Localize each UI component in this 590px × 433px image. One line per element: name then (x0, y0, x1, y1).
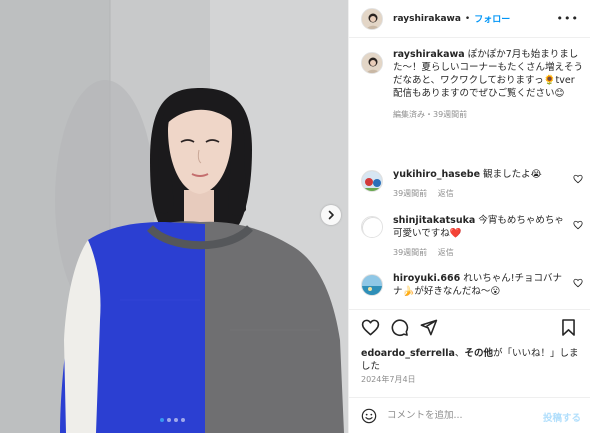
commenter-username[interactable]: hiroyuki.666 (393, 273, 460, 284)
comment-item: shinjitakatsuka 今宵もめちゃめちゃ可愛いですね❤️ 39週間前 … (361, 214, 587, 259)
caption-edited: 編集済み (393, 110, 425, 119)
caption-meta: 編集済み・39週間前 (393, 108, 583, 121)
author-avatar[interactable] (361, 7, 383, 30)
commenter-username[interactable]: shinjitakatsuka (393, 215, 475, 226)
comment-body: yukihiro_hasebe 観ましたよ😭 39週間前 返信 (393, 168, 568, 200)
likes-between: 、 (454, 348, 465, 359)
comment-body: shinjitakatsuka 今宵もめちゃめちゃ可愛いですね❤️ 39週間前 … (393, 214, 568, 259)
carousel-indicator (160, 418, 185, 422)
avatar-image (362, 217, 382, 237)
photo-scene (0, 0, 348, 433)
header-separator: • (464, 13, 471, 24)
comment-input[interactable] (387, 410, 537, 421)
carousel-dot (181, 418, 185, 422)
caption-body: rayshirakawa ぽかぽか7月も始まりました〜！夏らしいコーナーもたくさ… (393, 48, 583, 121)
comment-item: yukihiro_hasebe 観ましたよ😭 39週間前 返信 (361, 168, 587, 200)
caption-meta-separator: ・ (425, 110, 433, 119)
comment-icon[interactable] (390, 318, 409, 337)
liker-username[interactable]: edoardo_sferrella (361, 348, 455, 359)
post-comment-button[interactable]: 投稿する (543, 410, 581, 424)
comment-composer: 投稿する (349, 397, 590, 433)
comment-age: 39週間前 (393, 248, 428, 257)
follow-button[interactable]: フォロー (474, 12, 510, 25)
reply-button[interactable]: 返信 (438, 248, 454, 257)
like-comment-icon[interactable] (573, 174, 583, 184)
avatar-image (362, 275, 382, 295)
likes-summary: edoardo_sferrella、その他が「いいね！」しました (361, 347, 583, 373)
post-caption: rayshirakawa ぽかぽか7月も始まりました〜！夏らしいコーナーもたくさ… (361, 48, 587, 121)
heart-icon[interactable] (361, 318, 380, 337)
reply-button[interactable]: 返信 (438, 189, 454, 198)
caption-author-avatar[interactable] (361, 52, 383, 74)
avatar-image (362, 53, 382, 73)
comment-meta: 39週間前 返信 (393, 187, 568, 200)
likes-others-link[interactable]: その他 (464, 348, 493, 359)
comment-text: 観ましたよ😭 (483, 169, 542, 180)
comment-meta: 39週間前 返信 (393, 246, 568, 259)
comment-body: hiroyuki.666 れいちゃん!チョコバナナ🍌が好きなんだね〜😮 (393, 272, 568, 298)
comment-age: 39週間前 (393, 189, 428, 198)
carousel-dot (167, 418, 171, 422)
commenter-avatar[interactable] (361, 274, 383, 296)
post-side-panel: rayshirakawa • フォロー ••• rayshirakawa ぽかぽ… (348, 0, 590, 433)
emoji-icon[interactable] (361, 408, 377, 424)
like-comment-icon[interactable] (573, 220, 583, 230)
bookmark-icon[interactable] (559, 318, 578, 337)
share-icon[interactable] (419, 318, 438, 337)
post-header: rayshirakawa • フォロー ••• (349, 0, 590, 38)
comment-item: hiroyuki.666 れいちゃん!チョコバナナ🍌が好きなんだね〜😮 (361, 272, 587, 298)
like-comment-icon[interactable] (573, 278, 583, 288)
more-options-button[interactable]: ••• (557, 12, 579, 25)
avatar-image (362, 8, 382, 29)
commenter-avatar[interactable] (361, 170, 383, 192)
commenter-username[interactable]: yukihiro_hasebe (393, 169, 480, 180)
author-username[interactable]: rayshirakawa (393, 14, 461, 24)
avatar-image (362, 171, 382, 191)
caption-age: 39週間前 (433, 110, 468, 119)
instagram-post: rayshirakawa • フォロー ••• rayshirakawa ぽかぽ… (0, 0, 590, 433)
carousel-dot (160, 418, 164, 422)
carousel-next-button[interactable] (321, 205, 341, 225)
commenter-avatar[interactable] (361, 216, 383, 238)
carousel-dot (174, 418, 178, 422)
chevron-right-icon (328, 210, 334, 220)
post-photo[interactable] (0, 0, 348, 433)
action-bar (349, 309, 590, 345)
post-date: 2024年7月4日 (361, 375, 416, 384)
caption-username[interactable]: rayshirakawa (393, 49, 465, 60)
